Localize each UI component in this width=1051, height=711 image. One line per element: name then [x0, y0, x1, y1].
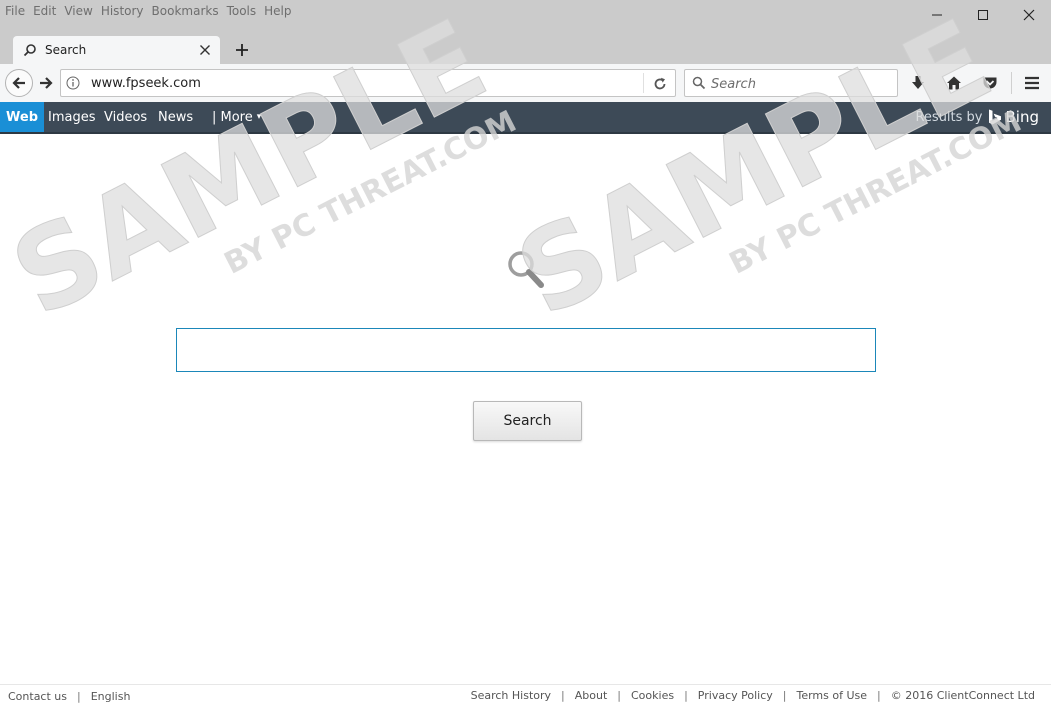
footer-separator: |: [684, 689, 688, 702]
url-bar[interactable]: www.fpseek.com: [60, 69, 676, 97]
download-icon: [912, 76, 924, 89]
url-divider: [643, 73, 644, 93]
menu-edit[interactable]: Edit: [33, 4, 56, 18]
site-nav: Web Images Videos News | More ▾ Results …: [0, 102, 1051, 134]
browser-search-input[interactable]: [709, 74, 893, 94]
footer: Contact us | English Search History | Ab…: [0, 684, 1051, 708]
maximize-button[interactable]: [960, 0, 1006, 30]
reload-icon[interactable]: [652, 76, 668, 92]
menu-history[interactable]: History: [101, 4, 144, 18]
hamburger-icon: [1025, 76, 1039, 90]
search-icon: [23, 43, 37, 57]
menu-tools[interactable]: Tools: [227, 4, 257, 18]
menu-bookmarks[interactable]: Bookmarks: [152, 4, 219, 18]
nav-web[interactable]: Web: [0, 102, 44, 132]
new-tab-button[interactable]: [230, 38, 254, 62]
pocket-icon: [983, 77, 997, 89]
arrow-right-icon: [40, 77, 53, 89]
menu-bar: File Edit View History Bookmarks Tools H…: [0, 0, 295, 22]
footer-search-history-link[interactable]: Search History: [471, 689, 551, 702]
toolbar-divider: [1011, 72, 1012, 94]
footer-cookies-link[interactable]: Cookies: [631, 689, 674, 702]
close-icon: [1023, 9, 1035, 21]
footer-copyright: © 2016 ClientConnect Ltd: [890, 689, 1035, 702]
back-button[interactable]: [5, 69, 33, 97]
footer-about-link[interactable]: About: [575, 689, 608, 702]
menu-file[interactable]: File: [5, 4, 25, 18]
tab-title: Search: [45, 43, 87, 57]
main-search-input[interactable]: [177, 329, 875, 371]
footer-separator: |: [561, 689, 565, 702]
bing-logo-icon: [988, 109, 1002, 125]
search-button[interactable]: Search: [473, 401, 582, 441]
url-text[interactable]: www.fpseek.com: [91, 76, 201, 91]
footer-terms-link[interactable]: Terms of Use: [796, 689, 867, 702]
minimize-icon: [932, 14, 942, 16]
results-by-bing: Results by Bing: [915, 102, 1039, 132]
browser-search-box[interactable]: [684, 69, 898, 97]
forward-button[interactable]: [34, 72, 58, 94]
nav-more[interactable]: | More ▾: [207, 102, 266, 132]
open-menu-button[interactable]: [1020, 72, 1044, 94]
footer-separator: |: [77, 690, 81, 703]
footer-separator: |: [617, 689, 621, 702]
close-icon: [200, 45, 210, 55]
tab-search[interactable]: Search: [13, 36, 220, 64]
home-button[interactable]: [942, 72, 966, 94]
nav-bar: www.fpseek.com: [0, 64, 1051, 103]
nav-videos[interactable]: Videos: [99, 102, 152, 132]
footer-language-link[interactable]: English: [91, 690, 131, 703]
maximize-icon: [978, 10, 988, 20]
magnifier-icon: [508, 251, 544, 288]
menu-view[interactable]: View: [64, 4, 92, 18]
nav-more-label: | More: [212, 109, 253, 125]
plus-icon: [236, 44, 248, 56]
footer-privacy-link[interactable]: Privacy Policy: [698, 689, 773, 702]
title-bar: File Edit View History Bookmarks Tools H…: [0, 0, 1051, 64]
bing-label: Bing: [1005, 108, 1040, 126]
main-search-box[interactable]: [176, 328, 876, 372]
footer-contact-link[interactable]: Contact us: [8, 690, 67, 703]
minimize-button[interactable]: [914, 0, 960, 30]
footer-separator: |: [877, 689, 881, 702]
nav-news[interactable]: News: [153, 102, 198, 132]
downloads-button[interactable]: [906, 72, 930, 94]
info-icon[interactable]: [66, 76, 80, 90]
tab-close-button[interactable]: [197, 42, 213, 58]
arrow-left-icon: [12, 77, 25, 89]
home-icon: [947, 76, 961, 90]
pocket-button[interactable]: [978, 72, 1002, 94]
footer-separator: |: [782, 689, 787, 702]
results-by-label: Results by: [915, 109, 983, 125]
menu-help[interactable]: Help: [264, 4, 291, 18]
chevron-down-icon: ▾: [256, 112, 262, 122]
close-window-button[interactable]: [1006, 0, 1051, 30]
search-icon: [692, 76, 706, 90]
nav-images[interactable]: Images: [43, 102, 101, 132]
